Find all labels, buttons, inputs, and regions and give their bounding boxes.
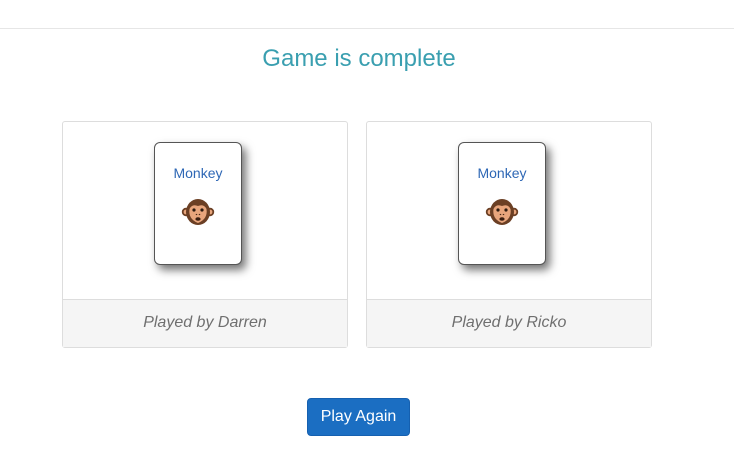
player-panel-ricko: Monkey Played by Ricko xyxy=(366,121,652,348)
card-label: Monkey xyxy=(477,165,527,181)
panel-footer: Played by Darren xyxy=(63,299,347,347)
panel-body: Monkey xyxy=(367,122,651,300)
monkey-face-icon xyxy=(181,199,215,225)
player-panel-darren: Monkey Played by Darren xyxy=(62,121,348,348)
play-again-button[interactable]: Play Again xyxy=(307,398,410,436)
panel-footer: Played by Ricko xyxy=(367,299,651,347)
page-title: Game is complete xyxy=(262,45,456,72)
header-divider xyxy=(0,28,734,29)
card-label: Monkey xyxy=(173,165,223,181)
played-card: Monkey xyxy=(458,142,546,265)
panel-body: Monkey xyxy=(63,122,347,300)
monkey-face-icon xyxy=(485,199,519,225)
played-card: Monkey xyxy=(154,142,242,265)
